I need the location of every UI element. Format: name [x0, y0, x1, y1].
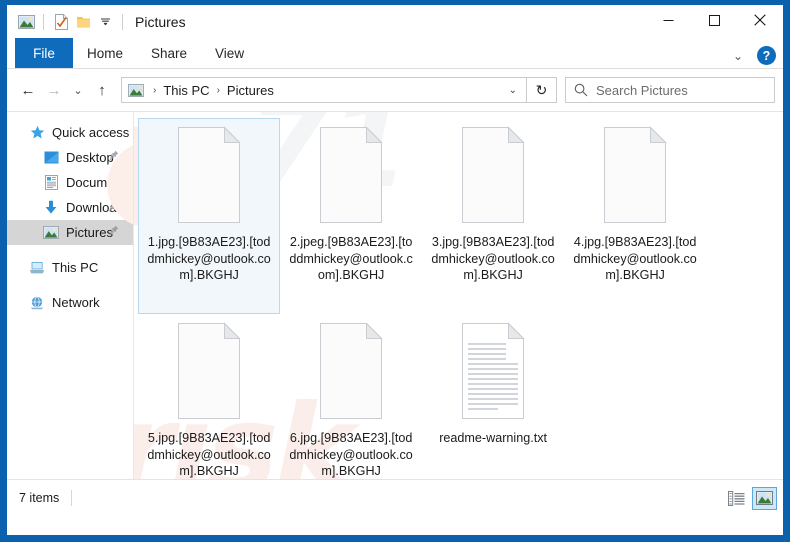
sidebar-item-label: Downloads — [66, 200, 131, 215]
toolbar-divider-2 — [122, 13, 123, 30]
sidebar-item-pictures[interactable]: Pictures — [7, 220, 134, 245]
address-toolbar: ← → ⌄ ↑ › This PC › Pictures ⌄ ↻ Search … — [7, 69, 783, 111]
up-button[interactable]: ↑ — [89, 76, 115, 104]
sidebar-item-label: Pictures — [66, 225, 113, 240]
blank-file-icon — [312, 321, 390, 421]
blank-file-icon — [170, 321, 248, 421]
search-icon — [574, 83, 588, 97]
minimize-button[interactable] — [645, 5, 691, 35]
sidebar-item-label: Network — [52, 295, 100, 310]
properties-icon[interactable] — [50, 11, 72, 33]
sidebar-item-label: This PC — [52, 260, 99, 275]
file-tile-5[interactable]: 5.jpg.[9B83AE23].[toddmhickey@outlook.co… — [138, 314, 280, 479]
file-tile-6[interactable]: 6.jpg.[9B83AE23].[toddmhickey@outlook.co… — [280, 314, 422, 479]
sidebar-item-downloads[interactable]: Downloads — [7, 195, 133, 220]
forward-button: → — [46, 81, 62, 99]
documents-icon — [43, 175, 59, 190]
window-controls — [645, 5, 783, 35]
pin-icon[interactable] — [108, 175, 119, 191]
customize-chevron-icon[interactable] — [94, 11, 116, 33]
quick-access-toolbar: Pictures — [7, 11, 186, 33]
recent-locations-icon[interactable]: ⌄ — [67, 76, 89, 104]
pin-icon[interactable] — [108, 150, 119, 166]
back-button[interactable]: ← — [15, 76, 41, 104]
file-tile-1[interactable]: 1.jpg.[9B83AE23].[toddmhickey@outlook.co… — [138, 118, 281, 314]
network-icon — [29, 295, 45, 310]
file-name: 2.jpeg.[9B83AE23].[toddmhickey@outlook.c… — [289, 235, 413, 282]
close-button[interactable] — [737, 5, 783, 35]
blank-file-icon — [312, 125, 390, 225]
this-pc-icon — [29, 261, 45, 275]
pin-icon[interactable] — [108, 200, 119, 216]
file-list-pane[interactable]: 71 risk 1.jpg.[9B83AE23].[toddmhickey@ou… — [133, 112, 783, 479]
toolbar-divider-1 — [43, 13, 44, 30]
file-name: 5.jpg.[9B83AE23].[toddmhickey@outlook.co… — [147, 431, 271, 478]
pictures-folder-icon[interactable] — [15, 11, 37, 33]
pictures-icon — [43, 226, 59, 239]
window-title: Pictures — [135, 13, 186, 30]
file-name: readme-warning.txt — [439, 431, 548, 445]
breadcrumb-separator-0: › — [153, 84, 157, 96]
file-name: 3.jpg.[9B83AE23].[toddmhickey@outlook.co… — [431, 235, 555, 282]
pictures-breadcrumb-icon — [128, 83, 144, 97]
file-tile-4[interactable]: 4.jpg.[9B83AE23].[toddmhickey@outlook.co… — [564, 118, 706, 314]
item-count-label: 7 items — [19, 491, 60, 505]
file-grid: 1.jpg.[9B83AE23].[toddmhickey@outlook.co… — [134, 112, 783, 479]
file-tile-2[interactable]: 2.jpeg.[9B83AE23].[toddmhickey@outlook.c… — [280, 118, 422, 314]
chevron-down-icon[interactable]: ⌄ — [728, 49, 748, 63]
blank-file-icon — [454, 125, 532, 225]
sidebar-item-label: Desktop — [66, 150, 114, 165]
desktop-icon — [43, 151, 59, 164]
sidebar-item-label: Quick access — [52, 125, 130, 140]
refresh-button[interactable]: ↻ — [527, 77, 557, 103]
maximize-button[interactable] — [691, 5, 737, 35]
downloads-icon — [43, 200, 59, 215]
blank-file-icon — [596, 125, 674, 225]
sidebar-item-documents[interactable]: Documents — [7, 170, 133, 195]
explorer-body: Quick access Desktop Documents Downloads… — [7, 111, 783, 479]
search-box[interactable]: Search Pictures — [565, 77, 775, 103]
file-name: 6.jpg.[9B83AE23].[toddmhickey@outlook.co… — [289, 431, 413, 478]
sidebar-item-this-pc[interactable]: This PC — [7, 255, 133, 280]
status-bar: 7 items — [7, 479, 783, 516]
sidebar-item-network[interactable]: Network — [7, 290, 133, 315]
star-icon — [29, 125, 45, 140]
title-bar: Pictures — [7, 5, 783, 38]
sidebar-item-label: Documents — [66, 175, 132, 190]
status-divider — [71, 490, 73, 506]
large-icons-view-button[interactable] — [752, 486, 777, 510]
ribbon-right-controls: ⌄ ? — [728, 46, 776, 65]
ribbon-tab-bar: File Home Share View ⌄ ? — [7, 38, 783, 69]
tab-file[interactable]: File — [15, 38, 73, 68]
view-toggle-group — [724, 486, 777, 510]
window-frame: Pictures File Home Share View ⌄ ? ← → ⌄ … — [0, 0, 790, 542]
help-icon[interactable]: ? — [757, 46, 776, 65]
file-tile-7[interactable]: readme-warning.txt — [422, 314, 564, 479]
sidebar-item-quick-access[interactable]: Quick access — [7, 120, 133, 145]
file-name: 1.jpg.[9B83AE23].[toddmhickey@outlook.co… — [147, 235, 271, 282]
file-tile-3[interactable]: 3.jpg.[9B83AE23].[toddmhickey@outlook.co… — [422, 118, 564, 314]
blank-file-icon — [170, 125, 248, 225]
file-name: 4.jpg.[9B83AE23].[toddmhickey@outlook.co… — [573, 235, 697, 282]
explorer-window: Pictures File Home Share View ⌄ ? ← → ⌄ … — [7, 5, 783, 535]
details-view-button[interactable] — [724, 487, 749, 510]
breadcrumb-this-pc[interactable]: This PC — [161, 83, 211, 98]
new-folder-icon[interactable] — [72, 11, 94, 33]
tab-view[interactable]: View — [201, 38, 258, 68]
text-file-icon — [454, 321, 532, 421]
address-dropdown-icon[interactable]: ⌄ — [502, 85, 524, 96]
tab-home[interactable]: Home — [73, 38, 137, 68]
navigation-pane: Quick access Desktop Documents Downloads… — [7, 112, 134, 479]
search-placeholder: Search Pictures — [596, 82, 688, 98]
breadcrumb-separator-1[interactable]: › — [212, 85, 225, 96]
tab-share[interactable]: Share — [137, 38, 201, 68]
sidebar-item-desktop[interactable]: Desktop — [7, 145, 133, 170]
pin-icon[interactable] — [108, 225, 119, 241]
address-bar[interactable]: › This PC › Pictures ⌄ — [121, 77, 527, 103]
breadcrumb-pictures[interactable]: Pictures — [225, 83, 276, 98]
